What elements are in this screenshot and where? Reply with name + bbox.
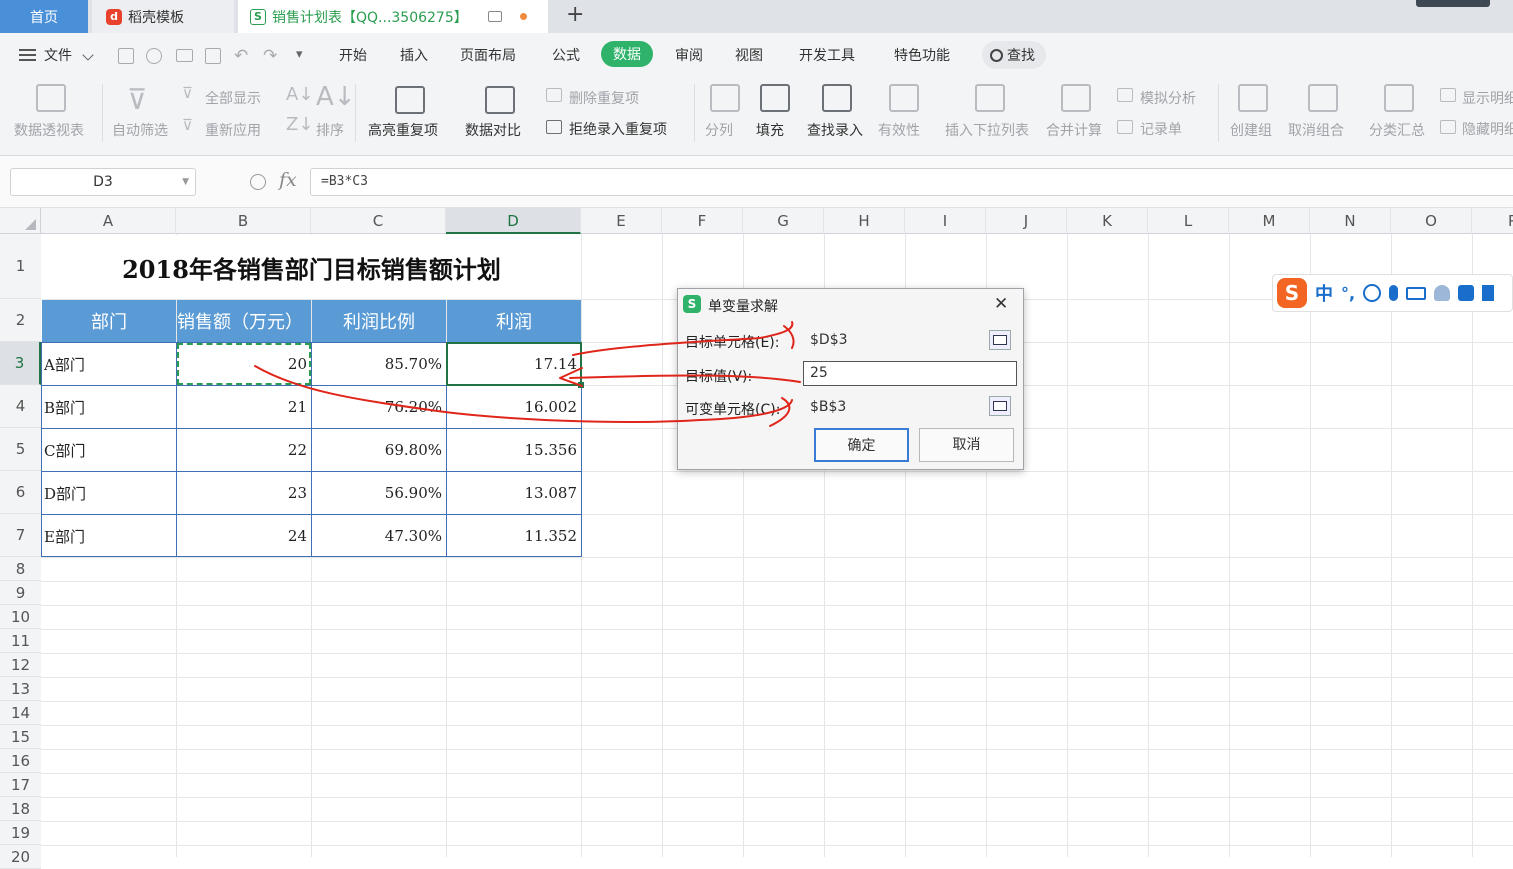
annotation-arrow-target-cell — [572, 321, 795, 356]
annotation-arrow-target-value — [559, 367, 801, 387]
red-annotation-arrows — [254, 321, 801, 427]
